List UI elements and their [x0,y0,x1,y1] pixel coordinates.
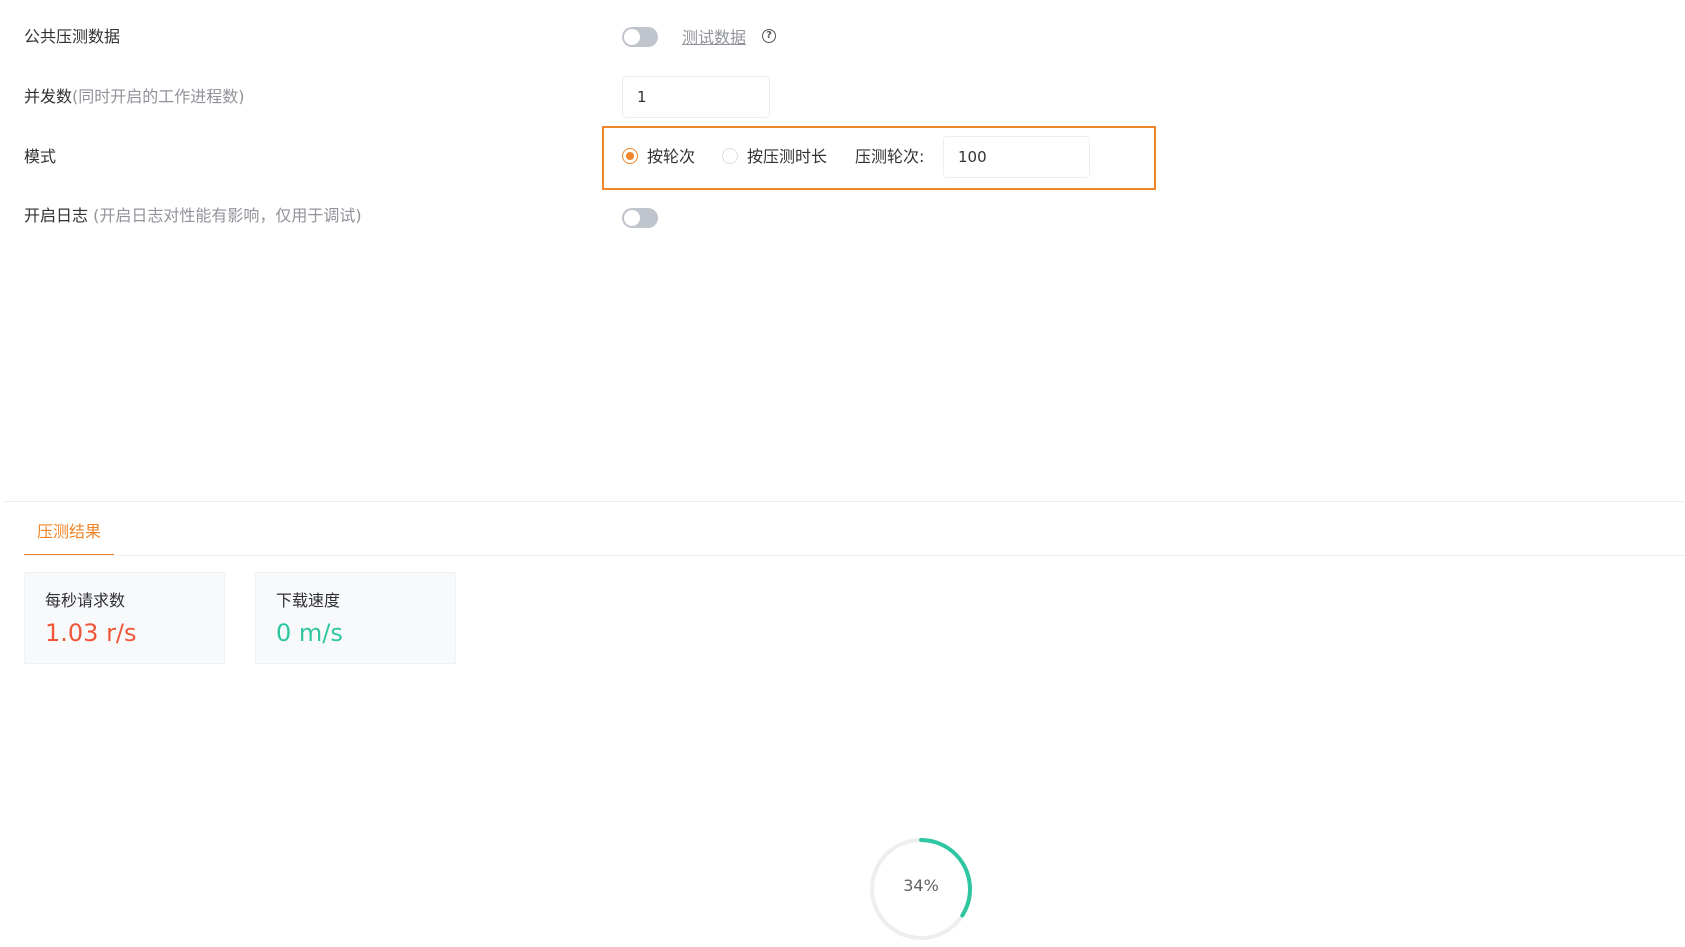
log-label-text: 开启日志 [24,206,89,225]
help-icon[interactable]: ? [762,29,776,43]
progress-label: 34% [903,876,939,895]
card-download-value: 0 m/s [276,619,343,647]
log-toggle[interactable] [622,208,658,228]
card-download-title: 下载速度 [276,591,341,610]
tab-underline-track [24,555,1685,556]
mode-label: 模式 [24,147,57,166]
card-rps-title: 每秒请求数 [45,591,126,610]
toggle-knob [624,29,640,45]
radio-by-rounds[interactable] [622,148,638,164]
rounds-label: 压测轮次: [855,147,925,166]
card-download: 下载速度 0 m/s [255,572,456,664]
concurrency-row: 并发数(同时开启的工作进程数) [0,77,1685,117]
tab-results[interactable]: 压测结果 [24,518,114,556]
public-data-toggle[interactable] [622,27,658,47]
radio-by-rounds-label[interactable]: 按轮次 [647,146,695,168]
concurrency-hint: (同时开启的工作进程数) [72,87,245,106]
section-divider [4,501,1685,502]
public-data-row: 公共压测数据 [0,17,1685,57]
test-data-link[interactable]: 测试数据 [682,27,746,49]
log-row: 开启日志 (开启日志对性能有影响，仅用于调试) [0,196,1685,236]
public-data-label: 公共压测数据 [24,27,121,46]
concurrency-input[interactable]: 1 [622,76,770,118]
log-label: 开启日志 (开启日志对性能有影响，仅用于调试) [24,196,362,236]
concurrency-label-text: 并发数 [24,87,73,106]
card-rps-value: 1.03 r/s [45,619,137,647]
rounds-input[interactable]: 100 [943,136,1090,178]
log-hint: (开启日志对性能有影响，仅用于调试) [88,206,362,225]
radio-by-duration[interactable] [722,148,738,164]
toggle-knob [624,210,640,226]
card-rps: 每秒请求数 1.03 r/s [24,572,225,664]
concurrency-label: 并发数(同时开启的工作进程数) [24,77,245,117]
radio-by-duration-label[interactable]: 按压测时长 [747,146,827,168]
